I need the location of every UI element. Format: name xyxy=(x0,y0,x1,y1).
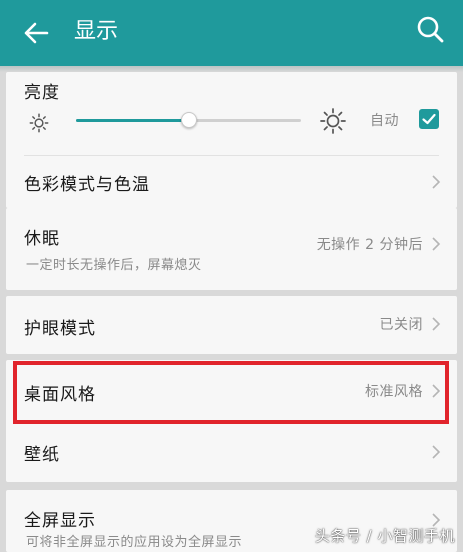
chevron-right-icon xyxy=(432,317,441,331)
eye-comfort-card: 护眼模式 已关闭 xyxy=(6,296,457,354)
settings-item-description: 一定时长无操作后，屏幕熄灭 xyxy=(26,258,202,273)
settings-item-label: 休眠 xyxy=(24,229,60,249)
brightness-low-icon xyxy=(29,113,49,133)
arrow-left-icon[interactable] xyxy=(22,19,50,47)
settings-item-label: 全屏显示 xyxy=(24,511,96,531)
settings-item-label: 壁纸 xyxy=(24,445,60,465)
brightness-high-icon xyxy=(320,108,346,134)
app-bar: 显示 xyxy=(0,0,463,66)
highlight-box xyxy=(13,361,449,424)
settings-item-value: 无操作 2 分钟后 xyxy=(316,237,423,253)
search-icon[interactable] xyxy=(415,14,445,44)
brightness-slider-fill xyxy=(76,119,189,122)
check-icon xyxy=(422,113,436,125)
auto-brightness-checkbox[interactable] xyxy=(419,109,439,129)
chevron-right-icon xyxy=(432,175,441,189)
sleep-card: 休眠 一定时长无操作后，屏幕熄灭 无操作 2 分钟后 xyxy=(6,208,457,290)
page-title: 显示 xyxy=(74,19,119,44)
watermark: 头条号 / 小智测手机 xyxy=(314,527,455,545)
settings-item-description: 可将非全屏显示的应用设为全屏显示 xyxy=(26,535,243,550)
brightness-card: 亮度 自动 色彩模式与色温 xyxy=(6,72,457,208)
settings-item-sleep[interactable]: 休眠 一定时长无操作后，屏幕熄灭 无操作 2 分钟后 xyxy=(6,208,457,290)
settings-item-label: 护眼模式 xyxy=(24,319,96,339)
settings-item-label: 色彩模式与色温 xyxy=(24,175,150,195)
settings-item-wallpaper[interactable]: 壁纸 xyxy=(6,424,457,482)
settings-item-color-mode[interactable]: 色彩模式与色温 xyxy=(6,156,457,208)
settings-item-value: 已关闭 xyxy=(379,317,423,333)
brightness-label: 亮度 xyxy=(24,83,60,103)
auto-brightness-label: 自动 xyxy=(370,113,399,129)
brightness-slider[interactable] xyxy=(76,112,301,128)
settings-item-eye-comfort[interactable]: 护眼模式 已关闭 xyxy=(6,296,457,354)
chevron-right-icon xyxy=(432,237,441,251)
brightness-slider-thumb[interactable] xyxy=(180,112,197,128)
chevron-right-icon xyxy=(432,445,441,459)
